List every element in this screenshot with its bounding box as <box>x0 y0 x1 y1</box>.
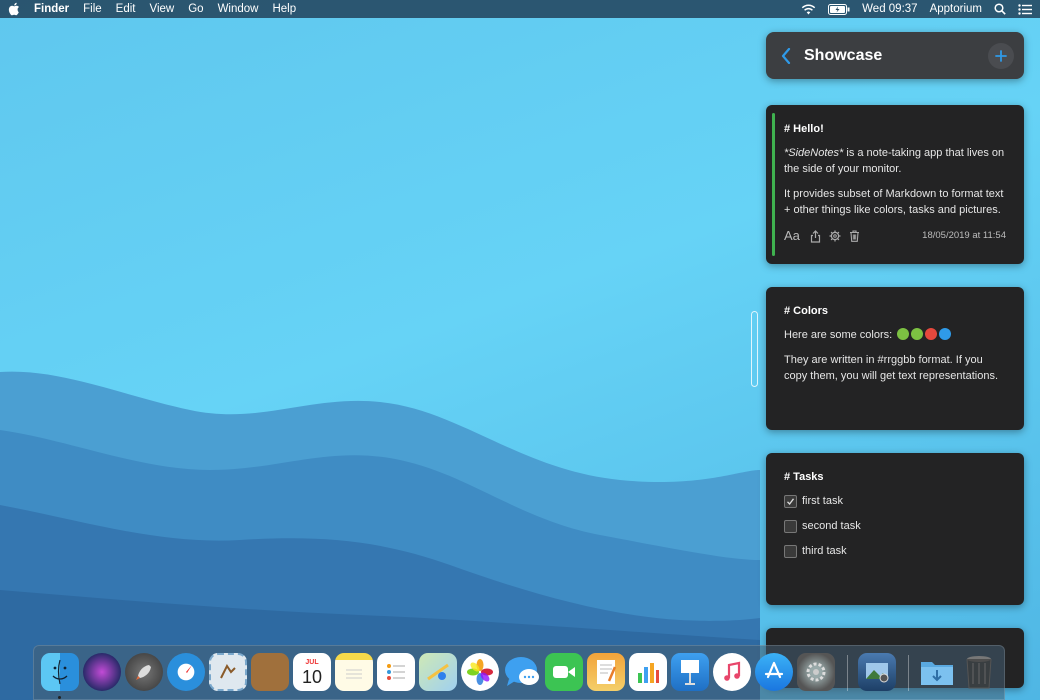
menu-view[interactable]: View <box>150 0 175 18</box>
calendar-icon[interactable]: JUL 10 <box>293 653 331 691</box>
siri-icon[interactable] <box>83 653 121 691</box>
note-hello[interactable]: # Hello! *SideNotes* is a note-taking ap… <box>766 105 1024 264</box>
task-item: third task <box>784 543 1006 559</box>
note-timestamp: 18/05/2019 at 11:54 <box>922 230 1006 241</box>
contacts-book-icon[interactable] <box>251 653 289 691</box>
note-colors[interactable]: # Colors Here are some colors: They are … <box>766 287 1024 430</box>
task-checkbox[interactable] <box>784 519 797 533</box>
back-chevron-icon[interactable] <box>776 46 796 66</box>
messages-icon[interactable] <box>503 653 541 691</box>
task-item: second task <box>784 518 1006 534</box>
note-tasks[interactable]: # Tasks first task second task third tas… <box>766 453 1024 605</box>
task-label: first task <box>802 495 843 507</box>
notification-center-icon[interactable] <box>1018 3 1032 15</box>
finder-icon[interactable] <box>41 653 79 691</box>
downloads-folder-icon[interactable] <box>918 653 956 691</box>
note-heading: # Tasks <box>784 471 824 483</box>
add-note-button[interactable] <box>988 42 1014 69</box>
wifi-icon[interactable] <box>801 4 816 15</box>
note-toolbar: Aa 18/05/2019 at 11:54 <box>784 228 1006 244</box>
safari-compass-icon[interactable] <box>167 653 205 691</box>
menu-edit[interactable]: Edit <box>116 0 136 18</box>
reminders-icon[interactable] <box>377 653 415 691</box>
task-checkbox[interactable] <box>784 544 797 558</box>
preview-photos-icon[interactable] <box>858 653 896 691</box>
color-swatch-green[interactable] <box>911 328 924 340</box>
note-paragraph-2: It provides subset of Markdown to format… <box>784 188 1004 216</box>
share-icon[interactable] <box>810 229 821 243</box>
menu-help[interactable]: Help <box>272 0 296 18</box>
task-label: second task <box>802 520 861 532</box>
pages-icon[interactable] <box>587 653 625 691</box>
sidenotes-header: Showcase <box>766 32 1024 79</box>
note-paragraph-2: They are written in #rrggbb format. If y… <box>784 354 998 382</box>
plus-icon <box>995 49 1007 62</box>
task-item: first task <box>784 493 1006 509</box>
battery-icon[interactable] <box>828 3 850 15</box>
dock: JUL 10 <box>33 645 1005 700</box>
sidenotes-drag-handle[interactable] <box>751 311 758 387</box>
color-swatch-blue[interactable] <box>939 328 952 340</box>
menu-window[interactable]: Window <box>218 0 259 18</box>
color-swatch-red[interactable] <box>925 328 938 340</box>
maps-icon[interactable] <box>419 653 457 691</box>
note-heading: # Hello! <box>784 123 824 135</box>
menu-file[interactable]: File <box>83 0 102 18</box>
task-label: third task <box>802 545 847 557</box>
font-style-button[interactable]: Aa <box>784 228 800 244</box>
keynote-podium-icon[interactable] <box>671 653 709 691</box>
menu-app-name[interactable]: Finder <box>34 0 69 18</box>
running-indicator <box>58 696 61 699</box>
spotlight-search-icon[interactable] <box>994 3 1006 15</box>
note-text: Here are some colors: <box>784 329 893 341</box>
trash-icon[interactable] <box>849 230 860 242</box>
menu-user[interactable]: Apptorium <box>930 0 982 18</box>
calendar-day: 10 <box>301 666 323 687</box>
gear-icon[interactable] <box>829 230 841 242</box>
note-paragraph: *SideNotes* is a note-taking app that li… <box>784 145 1006 177</box>
menu-bar: Finder File Edit View Go Window Help Wed… <box>0 0 1040 18</box>
color-swatch-green[interactable] <box>897 328 910 340</box>
task-checkbox-checked[interactable] <box>784 494 797 508</box>
app-store-icon[interactable] <box>755 653 793 691</box>
facetime-icon[interactable] <box>545 653 583 691</box>
checkmark-icon <box>787 497 795 505</box>
notes-icon[interactable] <box>335 653 373 691</box>
note-heading: # Colors <box>784 305 829 317</box>
numbers-chart-icon[interactable] <box>629 653 667 691</box>
photos-icon[interactable] <box>461 653 499 691</box>
dock-separator <box>908 655 909 691</box>
folder-title: Showcase <box>804 46 883 64</box>
menu-go[interactable]: Go <box>188 0 203 18</box>
menu-clock[interactable]: Wed 09:37 <box>862 0 917 18</box>
note-emphasis: *SideNotes* <box>784 147 844 159</box>
launchpad-rocket-icon[interactable] <box>125 653 163 691</box>
note-paragraph: Here are some colors: <box>784 327 1006 343</box>
dock-separator <box>847 655 848 691</box>
calendar-month: JUL <box>305 658 319 666</box>
apple-logo-icon[interactable] <box>8 2 20 16</box>
trash-bin-icon[interactable] <box>960 653 998 691</box>
system-preferences-gear-icon[interactable] <box>797 653 835 691</box>
itunes-music-icon[interactable] <box>713 653 751 691</box>
mail-stamp-icon[interactable] <box>209 653 247 691</box>
